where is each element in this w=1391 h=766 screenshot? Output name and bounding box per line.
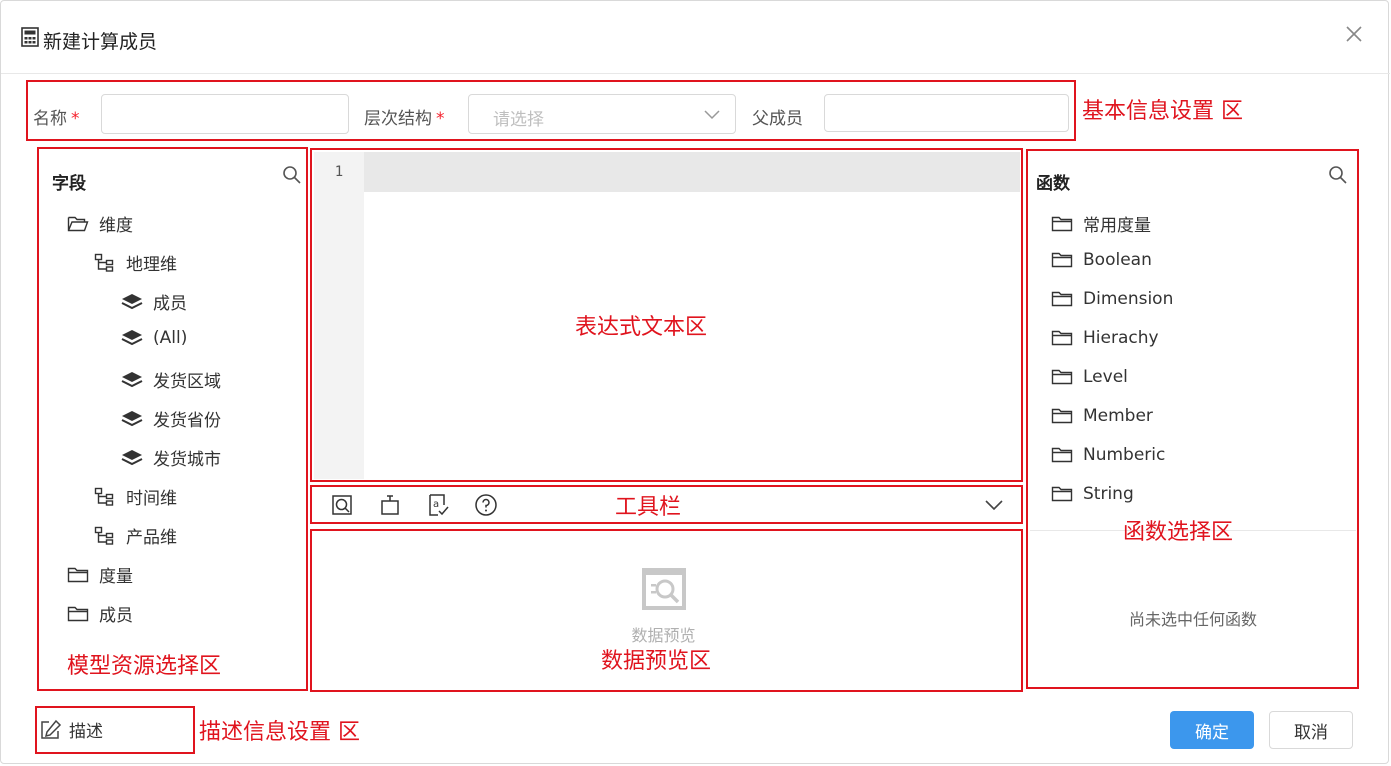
annotation-box-model-resource — [37, 147, 308, 691]
annotation-label-description: 描述信息设置 区 — [199, 720, 360, 745]
annotation-label-expression: 表达式文本区 — [575, 315, 708, 340]
annotation-label-model-resource: 模型资源选择区 — [67, 654, 222, 679]
close-icon[interactable] — [1343, 23, 1365, 45]
dialog-header — [1, 1, 1390, 74]
calculator-icon — [21, 27, 39, 47]
dialog-title: 新建计算成员 — [43, 31, 158, 53]
ok-button[interactable]: 确定 — [1170, 711, 1254, 749]
annotation-box-basic-info — [26, 80, 1076, 141]
annotation-box-description — [35, 706, 195, 754]
annotation-label-toolbar: 工具栏 — [615, 495, 682, 520]
annotation-label-function-select: 函数选择区 — [1123, 520, 1234, 545]
annotation-label-basic-info: 基本信息设置 区 — [1082, 99, 1243, 124]
annotation-box-function-select — [1026, 149, 1359, 689]
annotation-label-data-preview: 数据预览区 — [601, 649, 712, 674]
cancel-button[interactable]: 取消 — [1269, 711, 1353, 749]
